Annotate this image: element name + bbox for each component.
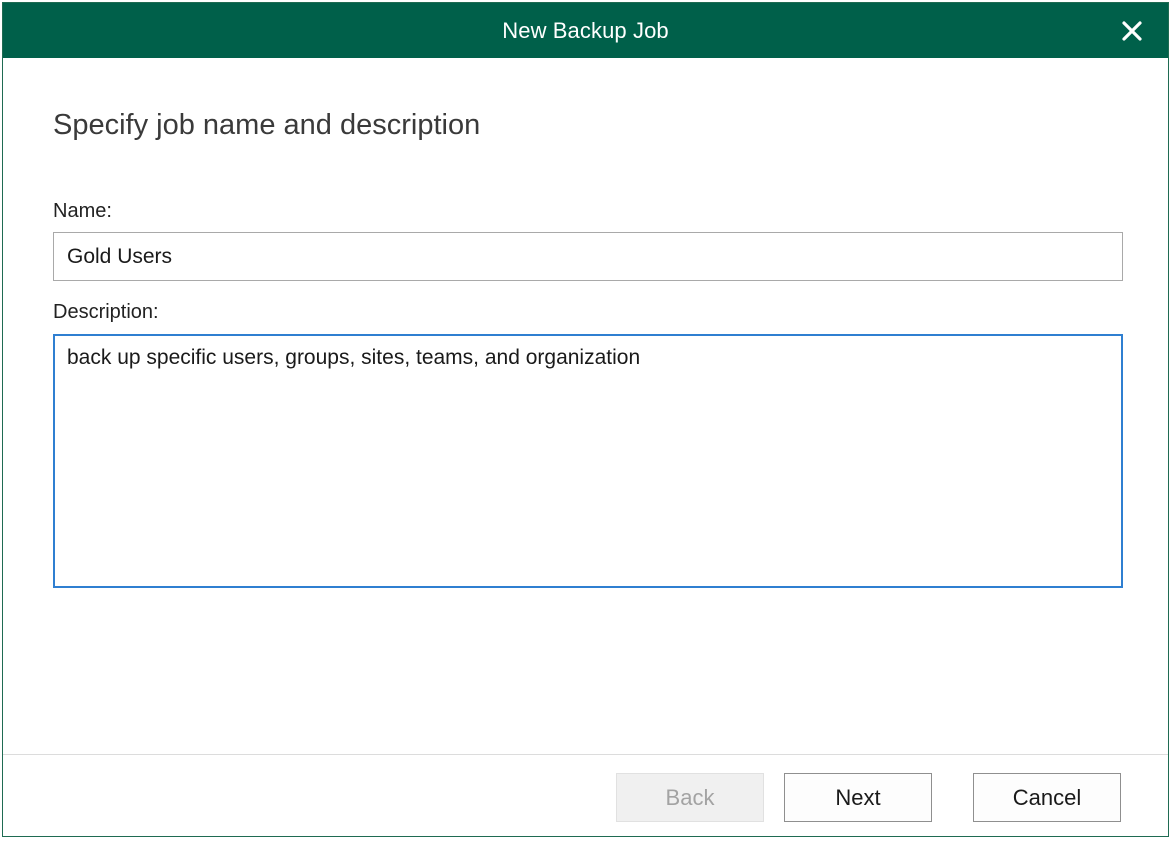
description-textarea[interactable]: back up specific users, groups, sites, t… xyxy=(53,334,1123,588)
new-backup-job-dialog: New Backup Job Specify job name and desc… xyxy=(2,2,1169,837)
next-button[interactable]: Next xyxy=(784,773,932,822)
page-heading: Specify job name and description xyxy=(53,109,481,141)
footer-divider xyxy=(3,754,1168,755)
window-title: New Backup Job xyxy=(502,18,669,43)
back-button[interactable]: Back xyxy=(616,773,764,822)
title-bar: New Backup Job xyxy=(3,3,1168,58)
close-button[interactable] xyxy=(1116,15,1148,47)
cancel-button[interactable]: Cancel xyxy=(973,773,1121,822)
name-input[interactable] xyxy=(53,232,1123,281)
description-label: Description: xyxy=(53,301,159,323)
close-icon xyxy=(1122,21,1142,41)
name-label: Name: xyxy=(53,200,112,222)
